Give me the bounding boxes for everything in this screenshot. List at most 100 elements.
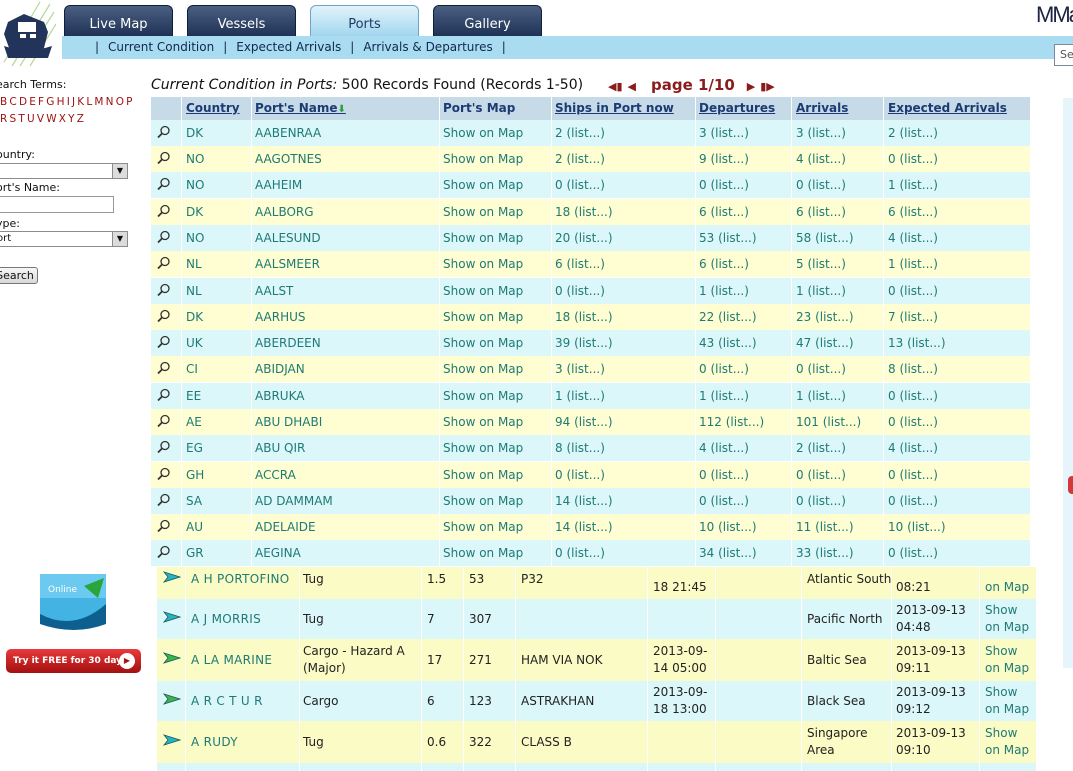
letter-link[interactable]: T: [18, 113, 24, 125]
port-name-link[interactable]: ABU QIR: [255, 435, 305, 461]
expected-arrivals-link[interactable]: 0 (list...): [888, 488, 938, 514]
show-on-map-link[interactable]: Show on Map: [443, 199, 523, 225]
port-name-link[interactable]: AALESUND: [255, 225, 321, 251]
magnifier-icon[interactable]: [157, 493, 171, 507]
ships-in-port-link[interactable]: 18 (list...): [555, 304, 613, 330]
ships-in-port-link[interactable]: 0 (list...): [555, 462, 605, 488]
departures-link[interactable]: 0 (list...): [699, 488, 749, 514]
last-page-icon[interactable]: ▮▶: [760, 80, 775, 93]
ships-in-port-link[interactable]: 0 (list...): [555, 540, 605, 566]
col-country-header[interactable]: Country: [186, 97, 240, 120]
ships-in-port-link[interactable]: 8 (list...): [555, 435, 605, 461]
letter-link[interactable]: D: [19, 96, 27, 108]
port-name-link[interactable]: AALSMEER: [255, 251, 320, 277]
letter-link[interactable]: E: [29, 96, 36, 108]
letter-link[interactable]: H: [57, 96, 65, 108]
expected-arrivals-link[interactable]: 6 (list...): [888, 199, 938, 225]
show-on-map-link[interactable]: Show on Map: [443, 172, 523, 198]
arrivals-link[interactable]: 3 (list...): [796, 120, 846, 146]
letter-link[interactable]: U: [27, 113, 35, 125]
letter-link[interactable]: W: [46, 113, 56, 125]
show-on-map-link[interactable]: Show on Map: [443, 435, 523, 461]
expected-arrivals-link[interactable]: 1 (list...): [888, 251, 938, 277]
departures-link[interactable]: 6 (list...): [699, 199, 749, 225]
vessel-name-link[interactable]: A RUDY: [191, 734, 238, 751]
expected-arrivals-link[interactable]: 0 (list...): [888, 146, 938, 172]
departures-link[interactable]: 0 (list...): [699, 356, 749, 382]
magnifier-icon[interactable]: [157, 388, 171, 402]
expected-arrivals-link[interactable]: 10 (list...): [888, 514, 946, 540]
letter-link[interactable]: I: [67, 96, 70, 108]
departures-link[interactable]: 10 (list...): [699, 514, 757, 540]
port-name-link[interactable]: ABU DHABI: [255, 409, 322, 435]
arrivals-link[interactable]: 0 (list...): [796, 356, 846, 382]
departures-link[interactable]: 53 (list...): [699, 225, 757, 251]
show-on-map-link[interactable]: Show on Map: [443, 278, 523, 304]
prev-page-icon[interactable]: ◀: [628, 80, 636, 93]
arrivals-link[interactable]: 4 (list...): [796, 146, 846, 172]
departures-link[interactable]: 1 (list...): [699, 383, 749, 409]
port-name-link[interactable]: AD DAMMAM: [255, 488, 333, 514]
chevron-down-icon[interactable]: ▼: [112, 232, 127, 246]
col-departures-header[interactable]: Departures: [699, 97, 775, 120]
expected-arrivals-link[interactable]: 0 (list...): [888, 540, 938, 566]
arrivals-link[interactable]: 0 (list...): [796, 488, 846, 514]
ships-in-port-link[interactable]: 0 (list...): [555, 172, 605, 198]
port-name-link[interactable]: AARHUS: [255, 304, 306, 330]
first-page-icon[interactable]: ◀▮: [608, 80, 623, 93]
magnifier-icon[interactable]: [157, 519, 171, 533]
expected-arrivals-link[interactable]: 1 (list...): [888, 172, 938, 198]
show-on-map-link[interactable]: Show on Map: [443, 304, 523, 330]
port-name-link[interactable]: AEGINA: [255, 540, 301, 566]
expected-arrivals-link[interactable]: 0 (list...): [888, 462, 938, 488]
show-on-map-link[interactable]: Show on Map: [443, 409, 523, 435]
country-select[interactable]: ▼: [0, 163, 128, 179]
type-select[interactable]: ort ▼: [0, 231, 128, 247]
letter-link[interactable]: F: [38, 96, 44, 108]
letter-link[interactable]: Z: [77, 113, 84, 125]
letter-link[interactable]: G: [46, 96, 54, 108]
letter-link[interactable]: P: [126, 96, 132, 108]
vessel-show-on-map-link[interactable]: Show on Map: [985, 725, 1031, 759]
departures-link[interactable]: 4 (list...): [699, 435, 749, 461]
expected-arrivals-link[interactable]: 4 (list...): [888, 225, 938, 251]
arrivals-link[interactable]: 1 (list...): [796, 383, 846, 409]
port-name-link[interactable]: AAHEIM: [255, 172, 302, 198]
vessel-show-on-map-link[interactable]: Show on Map: [985, 643, 1031, 677]
departures-link[interactable]: 1 (list...): [699, 278, 749, 304]
ships-in-port-link[interactable]: 3 (list...): [555, 356, 605, 382]
vessel-name-link[interactable]: A H PORTOFINO: [191, 571, 290, 588]
chevron-down-icon[interactable]: ▼: [112, 164, 127, 178]
letter-link[interactable]: L: [86, 96, 92, 108]
arrivals-link[interactable]: 101 (list...): [796, 409, 861, 435]
expected-arrivals-link[interactable]: 0 (list...): [888, 409, 938, 435]
letter-link[interactable]: K: [77, 96, 84, 108]
departures-link[interactable]: 112 (list...): [699, 409, 764, 435]
magnifier-icon[interactable]: [157, 361, 171, 375]
ships-in-port-link[interactable]: 18 (list...): [555, 199, 613, 225]
port-name-input[interactable]: [0, 196, 114, 213]
vessel-show-on-map-link[interactable]: Show on Map: [985, 602, 1031, 636]
tab-gallery[interactable]: Gallery: [433, 5, 542, 37]
show-on-map-link[interactable]: Show on Map: [443, 251, 523, 277]
expected-arrivals-link[interactable]: 2 (list...): [888, 120, 938, 146]
arrivals-link[interactable]: 5 (list...): [796, 251, 846, 277]
magnifier-icon[interactable]: [157, 230, 171, 244]
show-on-map-link[interactable]: Show on Map: [443, 462, 523, 488]
arrivals-link[interactable]: 6 (list...): [796, 199, 846, 225]
show-on-map-link[interactable]: Show on Map: [443, 330, 523, 356]
tab-vessels[interactable]: Vessels: [187, 5, 296, 37]
letter-link[interactable]: V: [37, 113, 44, 125]
letter-link[interactable]: B: [0, 96, 7, 108]
vessel-show-on-map-link[interactable]: on Map: [985, 579, 1031, 596]
arrivals-link[interactable]: 58 (list...): [796, 225, 854, 251]
departures-link[interactable]: 3 (list...): [699, 120, 749, 146]
letter-link[interactable]: C: [9, 96, 16, 108]
port-name-link[interactable]: ADELAIDE: [255, 514, 316, 540]
expected-arrivals-link[interactable]: 4 (list...): [888, 435, 938, 461]
col-expected-header[interactable]: Expected Arrivals: [888, 97, 1007, 120]
arrivals-link[interactable]: 33 (list...): [796, 540, 854, 566]
arrivals-link[interactable]: 1 (list...): [796, 278, 846, 304]
arrivals-link[interactable]: 47 (list...): [796, 330, 854, 356]
letter-link[interactable]: M: [94, 96, 103, 108]
